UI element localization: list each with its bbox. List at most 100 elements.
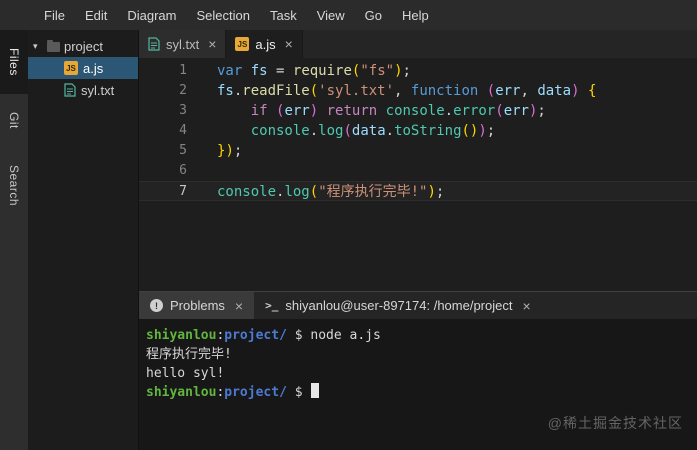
code-editor[interactable]: 1 var fs = require("fs"); 2 fs.readFile('sy… <box>139 58 697 291</box>
code-text: var fs = require("fs"); <box>201 61 411 81</box>
token: , <box>394 83 411 99</box>
activity-tab-search[interactable]: Search <box>0 147 28 224</box>
menu-item-go[interactable]: Go <box>355 4 392 27</box>
terminal-text: project/ <box>224 328 287 343</box>
token: log <box>318 123 344 139</box>
tree-file-a-js[interactable]: JS a.js <box>28 57 138 79</box>
token: . <box>309 123 319 139</box>
token: data <box>537 83 572 99</box>
token: console <box>250 123 310 139</box>
line-number: 3 <box>179 103 187 118</box>
tree-file-syl-txt[interactable]: syl.txt <box>28 79 138 101</box>
tab-label: syl.txt <box>166 36 200 52</box>
js-file-icon: JS <box>235 37 250 51</box>
editor-tab-a-js[interactable]: JS a.js × <box>226 30 303 58</box>
code-text: }); <box>201 141 242 161</box>
line-number: 2 <box>179 83 187 98</box>
token: ) <box>394 63 403 79</box>
line-number: 4 <box>179 123 187 138</box>
code-line-5: 5}); <box>139 141 697 161</box>
token: data <box>351 123 386 139</box>
token: log <box>284 184 310 200</box>
menu-item-help[interactable]: Help <box>392 4 439 27</box>
code-text: console.log("程序执行完毕!"); <box>201 182 444 200</box>
menu-item-diagram[interactable]: Diagram <box>117 4 186 27</box>
menu-item-view[interactable]: View <box>307 4 355 27</box>
token: require <box>292 63 352 79</box>
close-icon[interactable]: × <box>522 298 530 314</box>
token: () <box>461 123 479 139</box>
token: console <box>217 184 277 200</box>
terminal-line: shiyanlou:project/ $ node a.js <box>146 326 689 345</box>
panel-tab-label: Problems <box>170 298 225 313</box>
token: ; <box>435 184 445 200</box>
line-number: 5 <box>179 143 187 158</box>
close-icon[interactable]: × <box>285 36 293 52</box>
token: ( <box>486 83 496 99</box>
tree-folder-project[interactable]: ▾ project <box>28 35 138 57</box>
token: ; <box>233 143 243 159</box>
main-area: Files Git Search ▾ project JS a.js syl.txt s… <box>0 30 697 450</box>
terminal-line: hello syl! <box>146 364 689 383</box>
activity-tab-git[interactable]: Git <box>0 94 28 147</box>
token: ; <box>402 63 411 79</box>
token: console <box>385 103 445 119</box>
token: ; <box>486 123 496 139</box>
file-label: syl.txt <box>81 82 115 98</box>
token: ) <box>309 103 319 119</box>
token: fs <box>250 63 268 79</box>
token: "程序执行完毕!" <box>318 184 428 200</box>
token: toString <box>394 123 462 139</box>
line-number: 6 <box>179 163 187 178</box>
tab-label: a.js <box>255 36 276 52</box>
code-line-2: 2 fs.readFile('syl.txt', function (err, d… <box>139 81 697 101</box>
panel-tab-terminal[interactable]: >_ shiyanlou@user-897174: /home/project × <box>254 292 542 319</box>
code-line-3: 3 if (err) return console.error(err); <box>139 101 697 121</box>
token: err <box>284 103 310 119</box>
token: ( <box>495 103 504 119</box>
watermark: @稀土掘金技术社区 <box>547 415 683 431</box>
code-line-6: 6 <box>139 161 697 181</box>
menu-item-file[interactable]: File <box>34 4 75 27</box>
panel-tab-bar: ! Problems × >_ shiyanlou@user-897174: /home… <box>139 292 697 319</box>
token: 'syl.txt' <box>318 83 395 99</box>
menu-item-edit[interactable]: Edit <box>75 4 117 27</box>
panel-tab-problems[interactable]: ! Problems × <box>139 292 255 319</box>
token: err <box>503 103 529 119</box>
text-file-icon <box>148 37 160 51</box>
token: { <box>587 83 597 99</box>
token: = <box>267 63 293 79</box>
token: ; <box>537 103 546 119</box>
token: . <box>385 123 395 139</box>
token: return <box>326 103 378 119</box>
code-line-1: 1 var fs = require("fs"); <box>139 61 697 81</box>
token: , <box>520 83 538 99</box>
close-icon[interactable]: × <box>235 298 243 314</box>
problems-icon: ! <box>150 299 163 312</box>
chevron-down-icon[interactable]: ▾ <box>33 41 43 52</box>
line-number: 1 <box>179 63 187 78</box>
activity-tab-files[interactable]: Files <box>0 30 28 94</box>
editor-tab-bar: syl.txt × JS a.js × <box>139 30 697 58</box>
terminal-icon: >_ <box>265 299 279 312</box>
activity-bar: Files Git Search <box>0 30 28 450</box>
terminal-line: 程序执行完毕! <box>146 345 689 364</box>
code-text: if (err) return console.error(err); <box>201 101 546 121</box>
file-label: a.js <box>83 60 104 76</box>
close-icon[interactable]: × <box>208 36 216 52</box>
code-line-4: 4 console.log(data.toString()); <box>139 121 697 141</box>
token: ) <box>225 143 234 159</box>
terminal-text: hello syl! <box>146 366 225 381</box>
menu-item-selection[interactable]: Selection <box>186 4 259 27</box>
terminal-text: project/ <box>224 385 287 400</box>
terminal-text: shiyanlou <box>146 385 217 400</box>
token: fs <box>217 83 234 99</box>
editor-tab-syl-txt[interactable]: syl.txt × <box>139 30 227 58</box>
panel-tab-label: shiyanlou@user-897174: /home/project <box>285 298 513 313</box>
menu-item-task[interactable]: Task <box>260 4 307 27</box>
token: ) <box>478 123 487 139</box>
